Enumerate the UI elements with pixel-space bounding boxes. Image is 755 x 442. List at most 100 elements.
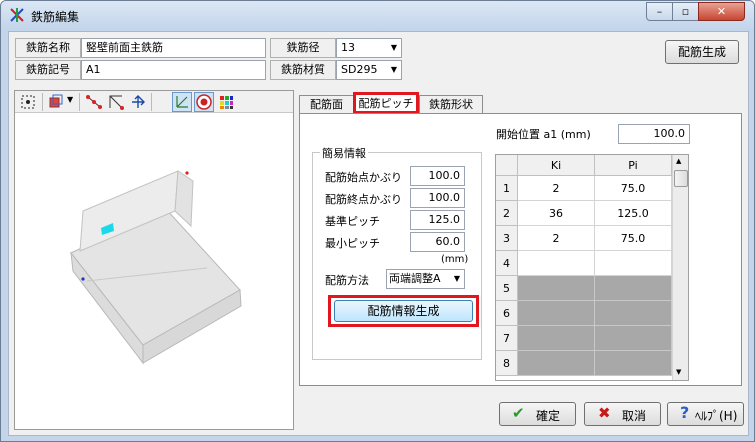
table-cell-pi[interactable]	[595, 326, 672, 351]
method-value: 両端調整A	[389, 272, 441, 285]
table-cell-pi[interactable]	[595, 276, 672, 301]
ok-button-label: 確定	[536, 409, 561, 423]
rebar-app-icon	[10, 8, 24, 22]
start-position-label: 開始位置 a1 (mm)	[496, 128, 591, 141]
min-pitch-label: 最小ピッチ	[325, 237, 380, 250]
rebar-diameter-label: 鉄筋径	[270, 38, 336, 58]
diagonal-measure-icon[interactable]	[107, 93, 125, 111]
start-cover-field[interactable]: 100.0	[410, 166, 465, 186]
rebar-name-field[interactable]: 竪壁前面主鉄筋	[81, 38, 266, 58]
unit-label: (mm)	[441, 254, 469, 265]
target-icon[interactable]	[194, 92, 214, 112]
generate-rebar-button[interactable]: 配筋生成	[665, 40, 739, 64]
help-button[interactable]: ? ﾍﾙﾌﾟ(H)	[667, 402, 744, 426]
quick-info-title: 簡易情報	[320, 145, 368, 161]
table-cell-pi[interactable]: 125.0	[595, 201, 672, 226]
row-number: 3	[496, 226, 518, 251]
table-cell-ki[interactable]	[518, 301, 595, 326]
cancel-x-icon: ✖	[598, 404, 611, 422]
end-cover-label: 配筋終点かぶり	[325, 193, 402, 206]
column-header-ki: Ki	[518, 155, 595, 176]
table-cell-pi[interactable]: 75.0	[595, 176, 672, 201]
tab-rebar-shape[interactable]: 鉄筋形状	[419, 95, 483, 114]
start-cover-label: 配筋始点かぶり	[325, 171, 402, 184]
table-cell-ki[interactable]: 2	[518, 176, 595, 201]
rebar-material-value: SD295	[341, 63, 378, 76]
table-cell-ki[interactable]	[518, 276, 595, 301]
table-cell-pi[interactable]	[595, 251, 672, 276]
generate-info-button[interactable]: 配筋情報生成	[334, 300, 473, 322]
dialog-window: 鉄筋編集 – ▫ ✕ 鉄筋名称 竪壁前面主鉄筋 鉄筋記号 A1 鉄筋径 13 ▼…	[0, 0, 755, 442]
table-cell-ki[interactable]	[518, 251, 595, 276]
toolbar-separator	[79, 93, 80, 111]
table-cell-ki[interactable]: 2	[518, 226, 595, 251]
rotate-view-icon[interactable]	[47, 93, 65, 111]
table-cell-pi[interactable]: 75.0	[595, 226, 672, 251]
view-dropdown-arrow-icon[interactable]: ▼	[67, 95, 73, 104]
table-cell-ki[interactable]	[518, 326, 595, 351]
start-position-field[interactable]: 100.0	[618, 124, 690, 144]
table-corner	[496, 155, 518, 176]
row-number: 2	[496, 201, 518, 226]
check-icon: ✔	[512, 404, 525, 422]
help-question-icon: ?	[680, 403, 690, 422]
table-cell-ki[interactable]: 36	[518, 201, 595, 226]
min-pitch-field[interactable]: 60.0	[410, 232, 465, 252]
rebar-diameter-select[interactable]: 13 ▼	[336, 38, 402, 58]
dropdown-arrow-icon: ▼	[453, 274, 460, 283]
rebar-name-label: 鉄筋名称	[15, 38, 81, 58]
close-icon: ✕	[716, 5, 727, 18]
scroll-down-icon[interactable]: ▼	[676, 368, 681, 376]
scroll-thumb[interactable]	[674, 170, 688, 187]
rebar-material-label: 鉄筋材質	[270, 60, 336, 80]
help-button-label: ﾍﾙﾌﾟ(H)	[695, 409, 738, 423]
minimize-icon: –	[656, 5, 663, 18]
viewer-toolbar: ▼	[15, 91, 293, 113]
base-pitch-field[interactable]: 125.0	[410, 210, 465, 230]
row-number: 5	[496, 276, 518, 301]
row-number: 8	[496, 351, 518, 376]
structure-3d-model	[70, 170, 242, 365]
xyz-axes-icon[interactable]	[172, 92, 192, 112]
row-number: 1	[496, 176, 518, 201]
node-snap-icon[interactable]	[85, 93, 103, 111]
color-palette-icon[interactable]	[217, 93, 235, 111]
tab-rebar-pitch[interactable]: 配筋ピッチ	[353, 92, 419, 114]
toolbar-separator	[42, 93, 43, 111]
cancel-button-label: 取消	[622, 409, 647, 423]
rebar-diameter-value: 13	[341, 41, 355, 54]
end-cover-field[interactable]: 100.0	[410, 188, 465, 208]
fit-view-icon[interactable]	[19, 93, 37, 111]
maximize-button[interactable]: ▫	[672, 2, 699, 21]
rebar-material-select[interactable]: SD295 ▼	[336, 60, 402, 80]
table-cell-pi[interactable]	[595, 351, 672, 376]
cancel-button[interactable]: ✖ 取消	[584, 402, 661, 426]
ok-button[interactable]: ✔ 確定	[499, 402, 576, 426]
title-bar: 鉄筋編集 – ▫ ✕	[1, 1, 754, 31]
vertical-scrollbar[interactable]: ▲ ▼	[672, 155, 688, 380]
method-label: 配筋方法	[325, 274, 369, 287]
rebar-3d-viewer[interactable]: ▼	[14, 90, 294, 430]
minimize-button[interactable]: –	[646, 2, 673, 21]
pitch-tab-panel: 開始位置 a1 (mm) 100.0 簡易情報 配筋始点かぶり 100.0 配筋…	[299, 113, 742, 386]
base-pitch-label: 基準ピッチ	[325, 215, 380, 228]
column-header-pi: Pi	[595, 155, 672, 176]
table-cell-ki[interactable]	[518, 351, 595, 376]
tab-rebar-face[interactable]: 配筋面	[299, 95, 354, 114]
close-button[interactable]: ✕	[698, 2, 745, 21]
row-number: 7	[496, 326, 518, 351]
dialog-client-area: 鉄筋名称 竪壁前面主鉄筋 鉄筋記号 A1 鉄筋径 13 ▼ 鉄筋材質 SD295…	[8, 31, 749, 436]
axis-arrows-icon[interactable]	[129, 93, 147, 111]
dropdown-arrow-icon: ▼	[390, 43, 397, 52]
dropdown-arrow-icon: ▼	[390, 65, 397, 74]
toolbar-separator	[151, 93, 152, 111]
table-cell-pi[interactable]	[595, 301, 672, 326]
method-select[interactable]: 両端調整A ▼	[386, 269, 465, 289]
pitch-table: Ki Pi 1 2 75.0 2 36 125.0 3 2 75.0 4 5 6 7 8 ▲ ▼	[495, 154, 689, 381]
rebar-symbol-field[interactable]: A1	[81, 60, 266, 80]
row-number: 6	[496, 301, 518, 326]
tab-strip: 配筋面 配筋ピッチ 鉄筋形状	[299, 92, 744, 114]
rebar-symbol-label: 鉄筋記号	[15, 60, 81, 80]
maximize-icon: ▫	[681, 5, 690, 18]
scroll-up-icon[interactable]: ▲	[676, 157, 681, 165]
